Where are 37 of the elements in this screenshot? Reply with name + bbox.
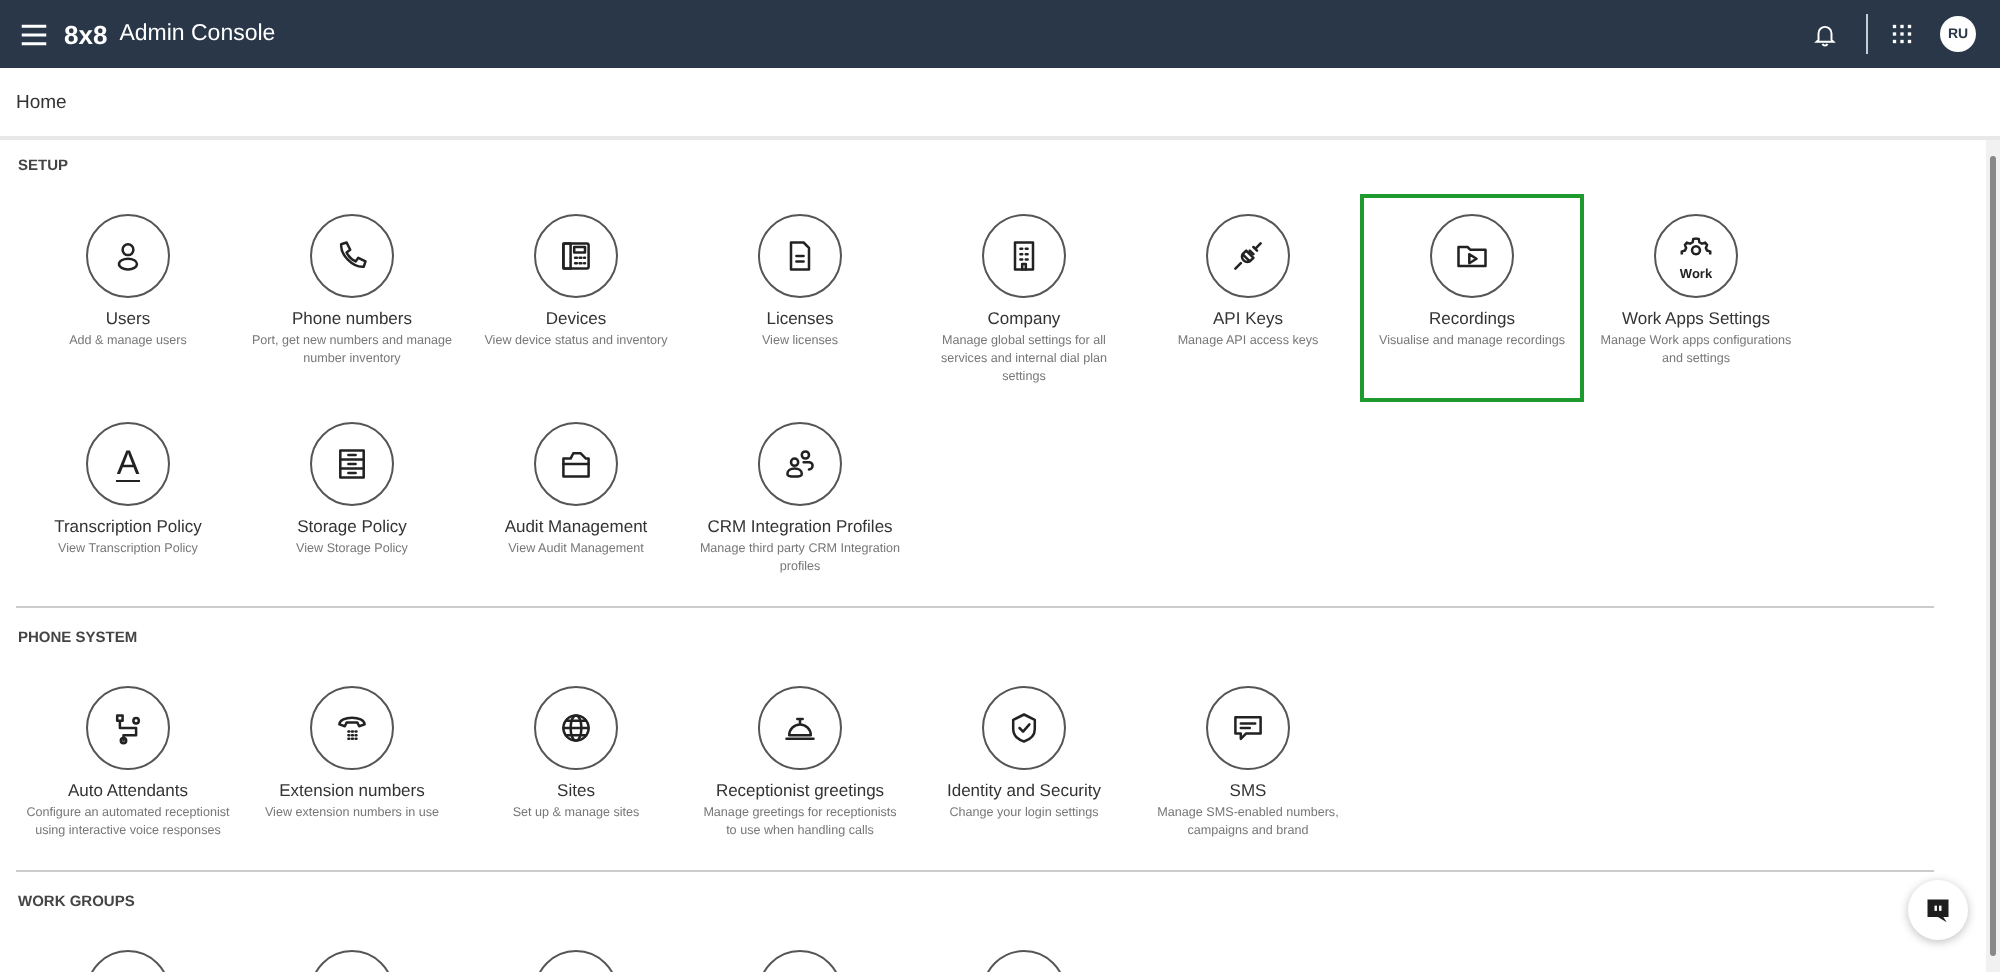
tile-title: Devices <box>545 308 607 328</box>
breadcrumb[interactable]: Home <box>16 91 67 113</box>
phone-icon <box>334 238 370 274</box>
tile-title: Work Apps Settings <box>1621 308 1771 328</box>
tile-title: Licenses <box>766 308 834 328</box>
menu-icon[interactable] <box>20 23 48 45</box>
tile-title: Sites <box>557 780 595 801</box>
tile-title: Users <box>105 308 151 328</box>
scrollbar-thumb[interactable] <box>1990 156 1996 956</box>
tile-title: Storage Policy <box>297 516 407 537</box>
shield-check-icon <box>1006 710 1042 747</box>
globe-icon <box>558 710 594 747</box>
drawers-icon <box>334 446 370 483</box>
desk-phone-icon <box>558 238 594 274</box>
tile-title: SMS <box>1229 780 1267 801</box>
people-icon <box>782 446 818 483</box>
tile-title: Phone numbers <box>291 308 412 328</box>
chat-button[interactable] <box>1908 880 1968 940</box>
tile-title: CRM Integration Profiles <box>707 516 893 537</box>
tile-title: Recordings <box>1429 308 1515 328</box>
flow-icon <box>110 710 146 747</box>
chat-bubble-icon <box>1924 896 1952 924</box>
folder-icon <box>558 446 594 483</box>
tile-title: Transcription Policy <box>54 516 202 537</box>
notification-bell-icon[interactable] <box>1812 21 1838 47</box>
tile-title: Identity and Security <box>946 780 1101 801</box>
app-title: Admin Console <box>119 22 276 46</box>
scrollbar[interactable] <box>1986 140 2000 972</box>
logo: 8x8 <box>64 19 108 49</box>
tile-title: Extension numbers <box>279 780 425 801</box>
plug-icon <box>1230 238 1266 274</box>
tile-title: Audit Management <box>504 516 648 537</box>
tile-title: API Keys <box>1213 308 1283 328</box>
apps-grid-icon[interactable] <box>1892 24 1912 44</box>
tile-title: Receptionist greetings <box>715 780 885 801</box>
tile-title: Auto Attendants <box>67 780 189 801</box>
tile-title: Company <box>987 308 1061 328</box>
